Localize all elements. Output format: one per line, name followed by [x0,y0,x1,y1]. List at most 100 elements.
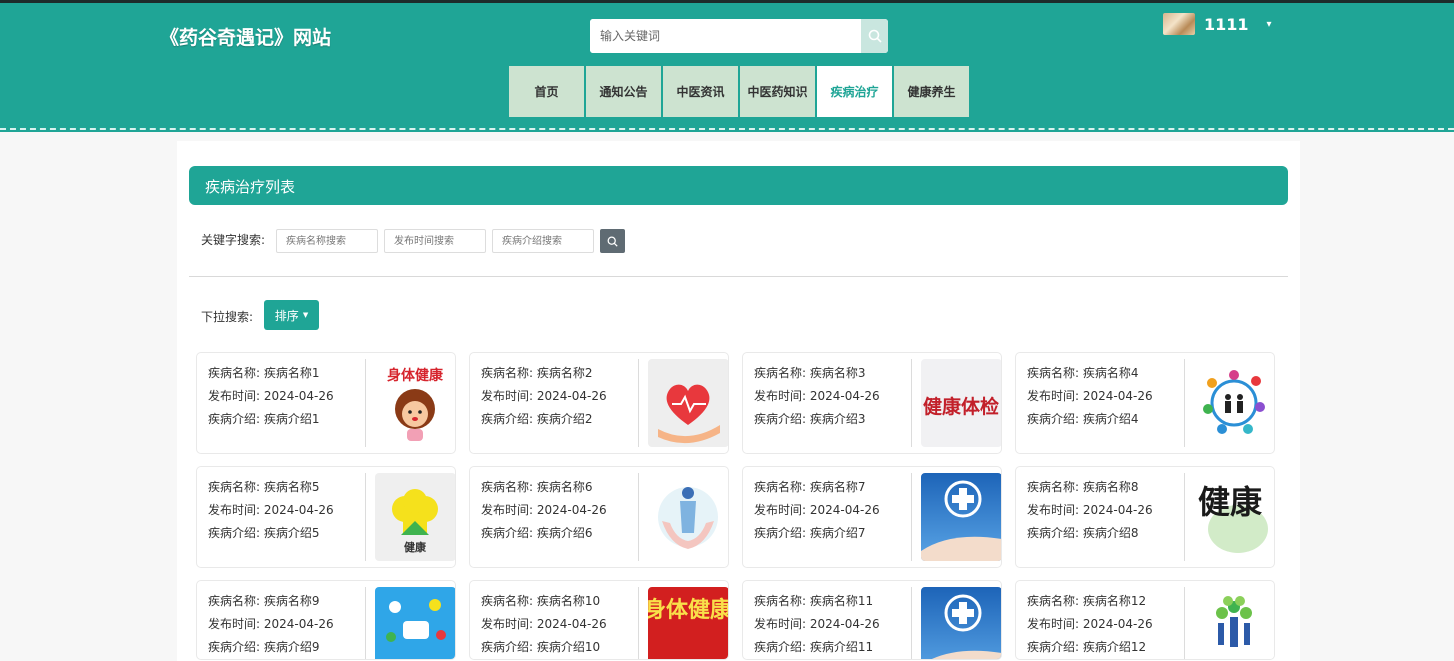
card-text: 疾病名称: 疾病名称9 发布时间: 2024-04-26 疾病介绍: 疾病介绍9 [208,590,334,659]
card-text: 疾病名称: 疾病名称10 发布时间: 2024-04-26 疾病介绍: 疾病介绍… [481,590,607,659]
card-divider [638,587,639,659]
red-poster-icon: 身体健康 [648,587,728,659]
user-menu[interactable]: 1111 ▾ [1163,12,1272,36]
card-time: 发布时间: 2024-04-26 [754,503,880,517]
nav-item-notice[interactable]: 通知公告 [586,66,661,117]
card-intro: 疾病介绍: 疾病介绍2 [481,412,593,426]
chevron-down-icon: ▾ [1266,18,1272,30]
site-title[interactable]: 《药谷奇遇记》网站 [160,23,331,50]
disease-card-4[interactable]: 疾病名称: 疾病名称4 发布时间: 2024-04-26 疾病介绍: 疾病介绍4 [1015,352,1275,454]
card-name: 疾病名称: 疾病名称7 [754,480,866,494]
card-name: 疾病名称: 疾病名称6 [481,480,593,494]
card-time: 发布时间: 2024-04-26 [208,389,334,403]
family-circle-icon [1194,359,1274,447]
nav-item-health[interactable]: 健康养生 [894,66,969,117]
search-icon [607,236,618,247]
divider [189,276,1288,277]
disease-card-10[interactable]: 疾病名称: 疾病名称10 发布时间: 2024-04-26 疾病介绍: 疾病介绍… [469,580,729,660]
calligraphy-icon: 健康体检 [921,359,1001,447]
card-time: 发布时间: 2024-04-26 [208,503,334,517]
medical-cross-icon [921,473,1001,561]
card-intro: 疾病介绍: 疾病介绍5 [208,526,320,540]
card-intro: 疾病介绍: 疾病介绍12 [1027,640,1147,654]
disease-card-5[interactable]: 疾病名称: 疾病名称5 发布时间: 2024-04-26 疾病介绍: 疾病介绍5… [196,466,456,568]
disease-card-1[interactable]: 疾病名称: 疾病名称1 发布时间: 2024-04-26 疾病介绍: 疾病介绍1… [196,352,456,454]
publish-time-input[interactable] [384,229,486,253]
nav-item-disease-treatment[interactable]: 疾病治疗 [817,66,892,117]
card-divider [1184,473,1185,561]
disease-card-7[interactable]: 疾病名称: 疾病名称7 发布时间: 2024-04-26 疾病介绍: 疾病介绍7 [742,466,1002,568]
disease-card-6[interactable]: 疾病名称: 疾病名称6 发布时间: 2024-04-26 疾病介绍: 疾病介绍6 [469,466,729,568]
caret-down-icon: ▼ [302,311,309,319]
card-time: 发布时间: 2024-04-26 [1027,389,1153,403]
card-intro: 疾病介绍: 疾病介绍6 [481,526,593,540]
disease-name-input[interactable] [276,229,378,253]
global-search-input[interactable] [590,19,862,53]
disease-intro-input[interactable] [492,229,594,253]
brush-calligraphy-icon: 健康 [1194,473,1274,561]
card-text: 疾病名称: 疾病名称4 发布时间: 2024-04-26 疾病介绍: 疾病介绍4 [1027,362,1153,431]
card-text: 疾病名称: 疾病名称1 发布时间: 2024-04-26 疾病介绍: 疾病介绍1 [208,362,334,431]
nav-item-tcm-knowledge[interactable]: 中医药知识 [740,66,815,117]
card-text: 疾病名称: 疾病名称2 发布时间: 2024-04-26 疾病介绍: 疾病介绍2 [481,362,607,431]
card-text: 疾病名称: 疾病名称7 发布时间: 2024-04-26 疾病介绍: 疾病介绍7 [754,476,880,545]
card-name: 疾病名称: 疾病名称1 [208,366,320,380]
keyword-search-button[interactable] [600,229,625,253]
username: 1111 [1204,14,1249,34]
global-search [590,19,888,53]
card-divider [365,587,366,659]
cartoon-girl-icon: 身体健康 [375,359,455,447]
card-time: 发布时间: 2024-04-26 [754,617,880,631]
card-time: 发布时间: 2024-04-26 [481,389,607,403]
card-text: 疾病名称: 疾病名称3 发布时间: 2024-04-26 疾病介绍: 疾病介绍3 [754,362,880,431]
disease-card-12[interactable]: 疾病名称: 疾病名称12 发布时间: 2024-04-26 疾病介绍: 疾病介绍… [1015,580,1275,660]
card-divider [911,473,912,561]
card-text: 疾病名称: 疾病名称11 发布时间: 2024-04-26 疾病介绍: 疾病介绍… [754,590,880,659]
keyword-search-label: 关键字搜索: [201,233,266,247]
disease-card-8[interactable]: 疾病名称: 疾病名称8 发布时间: 2024-04-26 疾病介绍: 疾病介绍8… [1015,466,1275,568]
card-intro: 疾病介绍: 疾病介绍7 [754,526,866,540]
card-time: 发布时间: 2024-04-26 [754,389,880,403]
disease-card-9[interactable]: 疾病名称: 疾病名称9 发布时间: 2024-04-26 疾病介绍: 疾病介绍9 [196,580,456,660]
sort-dropdown-button[interactable]: 排序 ▼ [264,300,319,330]
page-title: 疾病治疗列表 [205,178,296,196]
card-time: 发布时间: 2024-04-26 [208,617,334,631]
medical-cross-icon [921,587,1001,659]
image-text: 健康 [1198,483,1263,521]
card-name: 疾病名称: 疾病名称4 [1027,366,1139,380]
flower-icon: 健康 [375,473,455,561]
card-name: 疾病名称: 疾病名称10 [481,594,601,608]
nav-item-home[interactable]: 首页 [509,66,584,117]
sort-label: 排序 [274,308,299,323]
card-time: 发布时间: 2024-04-26 [1027,503,1153,517]
list-header: 疾病治疗列表 [189,166,1288,205]
card-name: 疾病名称: 疾病名称8 [1027,480,1139,494]
image-text: 身体健康 [387,367,444,384]
card-text: 疾病名称: 疾病名称8 发布时间: 2024-04-26 疾病介绍: 疾病介绍8 [1027,476,1153,545]
card-name: 疾病名称: 疾病名称12 [1027,594,1147,608]
disease-card-3[interactable]: 疾病名称: 疾病名称3 发布时间: 2024-04-26 疾病介绍: 疾病介绍3… [742,352,1002,454]
card-intro: 疾病介绍: 疾病介绍1 [208,412,320,426]
nav-item-tcm-news[interactable]: 中医资讯 [663,66,738,117]
card-name: 疾病名称: 疾病名称9 [208,594,320,608]
card-intro: 疾病介绍: 疾病介绍8 [1027,526,1139,540]
card-text: 疾病名称: 疾病名称6 发布时间: 2024-04-26 疾病介绍: 疾病介绍6 [481,476,607,545]
card-time: 发布时间: 2024-04-26 [481,503,607,517]
header-divider [0,128,1454,130]
image-text: 健康 [404,540,427,554]
disease-card-11[interactable]: 疾病名称: 疾病名称11 发布时间: 2024-04-26 疾病介绍: 疾病介绍… [742,580,1002,660]
global-search-button[interactable] [861,19,888,53]
card-divider [1184,587,1185,659]
card-divider [1184,359,1185,447]
card-intro: 疾病介绍: 疾病介绍9 [208,640,320,654]
card-name: 疾病名称: 疾病名称3 [754,366,866,380]
card-divider [365,473,366,561]
card-intro: 疾病介绍: 疾病介绍10 [481,640,601,654]
disease-card-2[interactable]: 疾病名称: 疾病名称2 发布时间: 2024-04-26 疾病介绍: 疾病介绍2 [469,352,729,454]
card-divider [911,587,912,659]
card-intro: 疾病介绍: 疾病介绍3 [754,412,866,426]
card-text: 疾病名称: 疾病名称12 发布时间: 2024-04-26 疾病介绍: 疾病介绍… [1027,590,1153,659]
card-name: 疾病名称: 疾病名称11 [754,594,874,608]
card-name: 疾病名称: 疾病名称2 [481,366,593,380]
image-text: 健康体检 [923,395,999,418]
